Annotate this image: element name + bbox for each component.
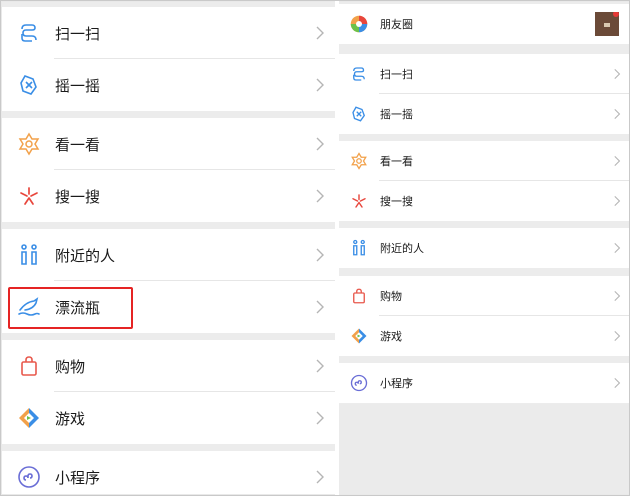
menu-item-search[interactable]: 搜一搜 [2,170,335,222]
menu-item-shopping[interactable]: 购物 [2,340,335,392]
search-sparkle-icon [17,184,41,208]
menu-item-nearby[interactable]: 附近的人 [2,229,335,281]
menu-item-moments[interactable]: 朋友圈 [339,4,629,44]
chevron-right-icon [316,470,324,484]
menu-item-label: 扫一扫 [380,68,413,81]
chevron-right-icon [316,189,324,203]
menu-item-games[interactable]: 游戏 [2,392,335,444]
menu-item-label: 附近的人 [55,246,116,265]
menu-item-label: 购物 [380,290,402,303]
chevron-right-icon [614,377,621,389]
menu-item-shake[interactable]: 摇一摇 [2,59,335,111]
menu-item-label: 小程序 [380,377,413,390]
search-sparkle-icon [350,192,368,210]
empty-background [339,404,629,494]
chevron-right-icon [316,300,324,314]
scan-icon [350,65,368,83]
look-icon [17,132,41,156]
chevron-right-icon [614,195,621,207]
menu-item-drift-bottle[interactable]: 漂流瓶 [2,281,335,333]
menu-item-label: 购物 [55,357,86,376]
menu-item-games[interactable]: 游戏 [339,316,629,356]
mini-program-icon [17,465,41,489]
menu-item-nearby[interactable]: 附近的人 [339,228,629,268]
menu-item-search[interactable]: 搜一搜 [339,181,629,221]
shopping-bag-icon [17,354,41,378]
chevron-right-icon [316,26,324,40]
menu-item-label: 游戏 [380,330,402,343]
drift-bottle-icon [17,295,41,319]
menu-item-label: 小程序 [55,468,101,487]
people-nearby-icon [17,243,41,267]
mini-program-icon [350,374,368,392]
menu-item-label: 附近的人 [380,242,424,255]
menu-item-look[interactable]: 看一看 [2,118,335,170]
games-icon [17,406,41,430]
chevron-right-icon [316,359,324,373]
chevron-right-icon [614,290,621,302]
menu-item-label: 看一看 [380,155,413,168]
menu-item-mini-program[interactable]: 小程序 [2,451,335,494]
look-icon [350,152,368,170]
chevron-right-icon [614,68,621,80]
shake-icon [17,73,41,97]
menu-item-label: 看一看 [55,135,101,154]
games-icon [350,327,368,345]
menu-item-look[interactable]: 看一看 [339,141,629,181]
shopping-bag-icon [350,287,368,305]
chevron-right-icon [316,78,324,92]
menu-item-scan[interactable]: 扫一扫 [339,54,629,94]
chevron-right-icon [316,248,324,262]
shake-icon [350,105,368,123]
chevron-right-icon [614,108,621,120]
scan-icon [17,21,41,45]
moments-icon [350,15,368,33]
menu-item-mini-program[interactable]: 小程序 [339,363,629,403]
chevron-right-icon [316,137,324,151]
chevron-right-icon [614,242,621,254]
menu-item-label: 漂流瓶 [55,298,101,317]
menu-item-label: 摇一摇 [55,76,101,95]
people-nearby-icon [350,239,368,257]
menu-item-label: 游戏 [55,409,86,428]
menu-item-label: 搜一搜 [380,195,413,208]
menu-item-label: 扫一扫 [55,24,101,43]
chevron-right-icon [316,411,324,425]
chevron-right-icon [614,330,621,342]
moments-thumbnail [595,11,619,36]
menu-item-shopping[interactable]: 购物 [339,276,629,316]
menu-item-shake[interactable]: 摇一摇 [339,94,629,134]
chevron-right-icon [614,155,621,167]
menu-item-scan[interactable]: 扫一扫 [2,7,335,59]
discover-menu-left: 扫一扫 摇一摇 看一看 搜一搜 附近的人 漂流瓶 购物 游戏 小程序 [2,2,335,494]
menu-item-label: 摇一摇 [380,108,413,121]
screenshot-frame: 扫一扫 摇一摇 看一看 搜一搜 附近的人 漂流瓶 购物 游戏 小程序 朋友圈 扫… [0,0,630,496]
menu-item-label: 朋友圈 [380,18,413,31]
menu-item-label: 搜一搜 [55,187,101,206]
discover-menu-right: 朋友圈 扫一扫 摇一摇 看一看 搜一搜 附近的人 购物 游戏 小程序 [339,2,629,494]
